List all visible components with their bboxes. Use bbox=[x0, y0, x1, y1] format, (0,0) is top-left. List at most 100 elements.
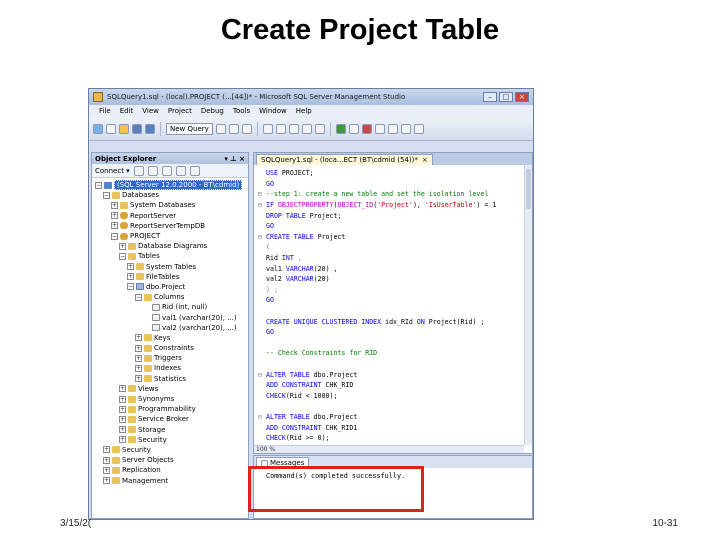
menu-view[interactable]: View bbox=[142, 107, 159, 115]
expand-icon[interactable]: + bbox=[127, 273, 134, 281]
expand-icon[interactable]: + bbox=[135, 334, 142, 342]
close-button[interactable]: × bbox=[515, 92, 529, 102]
expand-icon[interactable]: + bbox=[111, 212, 118, 220]
tree-node[interactable]: + ReportServerTempDB bbox=[92, 221, 248, 231]
cancel-query-icon[interactable] bbox=[361, 123, 372, 134]
collapse-icon[interactable]: − bbox=[135, 293, 142, 301]
expand-icon[interactable]: + bbox=[103, 466, 110, 474]
database-query-icon[interactable] bbox=[215, 123, 226, 134]
tree-node[interactable]: + System Tables bbox=[92, 262, 248, 272]
tree-node[interactable]: + Triggers bbox=[92, 353, 248, 363]
expand-icon[interactable]: + bbox=[103, 477, 110, 485]
tree-node[interactable]: + Statistics bbox=[92, 374, 248, 384]
tree-node[interactable]: Rid (int, null) bbox=[92, 302, 248, 312]
collapse-region-icon[interactable]: ⊟ bbox=[254, 201, 266, 209]
disconnect-icon[interactable] bbox=[147, 165, 158, 176]
mdx-query-icon[interactable] bbox=[241, 123, 252, 134]
parse-icon[interactable] bbox=[374, 123, 385, 134]
editor-horizontal-scrollbar[interactable]: 100 % bbox=[254, 445, 524, 453]
expand-icon[interactable]: + bbox=[111, 201, 118, 209]
copy-icon[interactable] bbox=[275, 123, 286, 134]
tree-node[interactable]: + Keys bbox=[92, 333, 248, 343]
messages-tab[interactable]: Messages bbox=[256, 457, 310, 468]
filter-icon[interactable] bbox=[175, 165, 186, 176]
expand-icon[interactable]: + bbox=[135, 354, 142, 362]
expand-icon[interactable]: + bbox=[103, 456, 110, 464]
menu-window[interactable]: Window bbox=[259, 107, 287, 115]
expand-icon[interactable]: + bbox=[135, 375, 142, 383]
tree-node[interactable]: + Views bbox=[92, 384, 248, 394]
connect-button[interactable]: Connect ▾ bbox=[95, 167, 130, 175]
tree-node[interactable]: + Indexes bbox=[92, 363, 248, 373]
expand-icon[interactable]: + bbox=[119, 405, 126, 413]
expand-icon[interactable]: + bbox=[111, 222, 118, 230]
collapse-region-icon[interactable]: ⊟ bbox=[254, 413, 266, 421]
menu-help[interactable]: Help bbox=[296, 107, 312, 115]
debug-icon[interactable] bbox=[348, 123, 359, 134]
close-tab-icon[interactable]: × bbox=[422, 156, 428, 164]
tree-node[interactable]: − Columns bbox=[92, 292, 248, 302]
collapse-region-icon[interactable]: ⊟ bbox=[254, 233, 266, 241]
menu-project[interactable]: Project bbox=[168, 107, 192, 115]
menu-tools[interactable]: Tools bbox=[233, 107, 250, 115]
cut-icon[interactable] bbox=[262, 123, 273, 134]
menu-edit[interactable]: Edit bbox=[120, 107, 134, 115]
paste-icon[interactable] bbox=[288, 123, 299, 134]
tree-node[interactable]: + Security bbox=[92, 435, 248, 445]
tree-node[interactable]: + Server Objects bbox=[92, 455, 248, 465]
editor-vertical-scrollbar[interactable] bbox=[524, 165, 532, 445]
expand-icon[interactable]: + bbox=[135, 364, 142, 372]
tree-node[interactable]: + FileTables bbox=[92, 272, 248, 282]
open-file-icon[interactable] bbox=[119, 123, 129, 134]
tree-node[interactable]: + Storage bbox=[92, 425, 248, 435]
redo-icon[interactable] bbox=[314, 123, 325, 134]
collapse-region-icon[interactable]: ⊟ bbox=[254, 371, 266, 379]
tree-node[interactable]: + Management bbox=[92, 475, 248, 485]
expand-icon[interactable]: + bbox=[119, 395, 126, 403]
tree-node[interactable]: + Security bbox=[92, 445, 248, 455]
tree-node[interactable]: + Constraints bbox=[92, 343, 248, 353]
collapse-icon[interactable]: − bbox=[127, 283, 134, 291]
query-tab[interactable]: SQLQuery1.sql - (loca...ECT (BT\cdmid (5… bbox=[256, 154, 433, 165]
analysis-query-icon[interactable] bbox=[228, 123, 239, 134]
tree-node[interactable]: − PROJECT bbox=[92, 231, 248, 241]
scroll-thumb[interactable] bbox=[526, 169, 531, 209]
expand-icon[interactable]: + bbox=[103, 446, 110, 454]
expand-icon[interactable]: + bbox=[119, 436, 126, 444]
tree-node[interactable]: + Service Broker bbox=[92, 414, 248, 424]
collapse-region-icon[interactable]: ⊟ bbox=[254, 190, 266, 198]
new-project-icon[interactable] bbox=[93, 123, 103, 134]
collapse-icon[interactable]: − bbox=[111, 232, 118, 240]
collapse-icon[interactable]: − bbox=[103, 191, 110, 199]
stop-icon[interactable] bbox=[161, 165, 172, 176]
expand-icon[interactable]: + bbox=[135, 344, 142, 352]
tree-node[interactable]: − dbo.Project bbox=[92, 282, 248, 292]
menu-debug[interactable]: Debug bbox=[201, 107, 224, 115]
tree-node[interactable]: + System Databases bbox=[92, 200, 248, 210]
expand-icon[interactable]: + bbox=[119, 385, 126, 393]
display-plan-icon[interactable] bbox=[387, 123, 398, 134]
expand-icon[interactable]: + bbox=[119, 415, 126, 423]
tree-node[interactable]: val2 (varchar(20), ...) bbox=[92, 323, 248, 333]
save-all-icon[interactable] bbox=[145, 123, 155, 134]
tree-node[interactable]: + Programmability bbox=[92, 404, 248, 414]
sql-code[interactable]: USE PROJECT; GO ⊟ --step 1: create a new ta… bbox=[254, 165, 532, 443]
save-icon[interactable] bbox=[132, 123, 142, 134]
tree-node[interactable]: + Synonyms bbox=[92, 394, 248, 404]
tree-node[interactable]: + ReportServer bbox=[92, 211, 248, 221]
undo-icon[interactable] bbox=[301, 123, 312, 134]
connect-icon[interactable] bbox=[133, 165, 144, 176]
maximize-button[interactable]: □ bbox=[499, 92, 513, 102]
expand-icon[interactable]: + bbox=[119, 426, 126, 434]
menu-file[interactable]: File bbox=[99, 107, 111, 115]
execute-icon[interactable] bbox=[335, 123, 346, 134]
tree-node[interactable]: − (SQL Server 12.0.2000 - BT\cdmid) bbox=[92, 180, 248, 191]
add-item-icon[interactable] bbox=[106, 123, 116, 134]
new-query-button[interactable]: New Query bbox=[166, 122, 213, 135]
zoom-level[interactable]: 100 % bbox=[256, 446, 275, 453]
pin-icon[interactable]: ▾ ⊥ × bbox=[224, 155, 245, 163]
refresh-icon[interactable] bbox=[189, 165, 200, 176]
collapse-icon[interactable]: − bbox=[95, 181, 102, 189]
tree-node[interactable]: − Tables bbox=[92, 251, 248, 261]
collapse-icon[interactable]: − bbox=[119, 252, 126, 260]
